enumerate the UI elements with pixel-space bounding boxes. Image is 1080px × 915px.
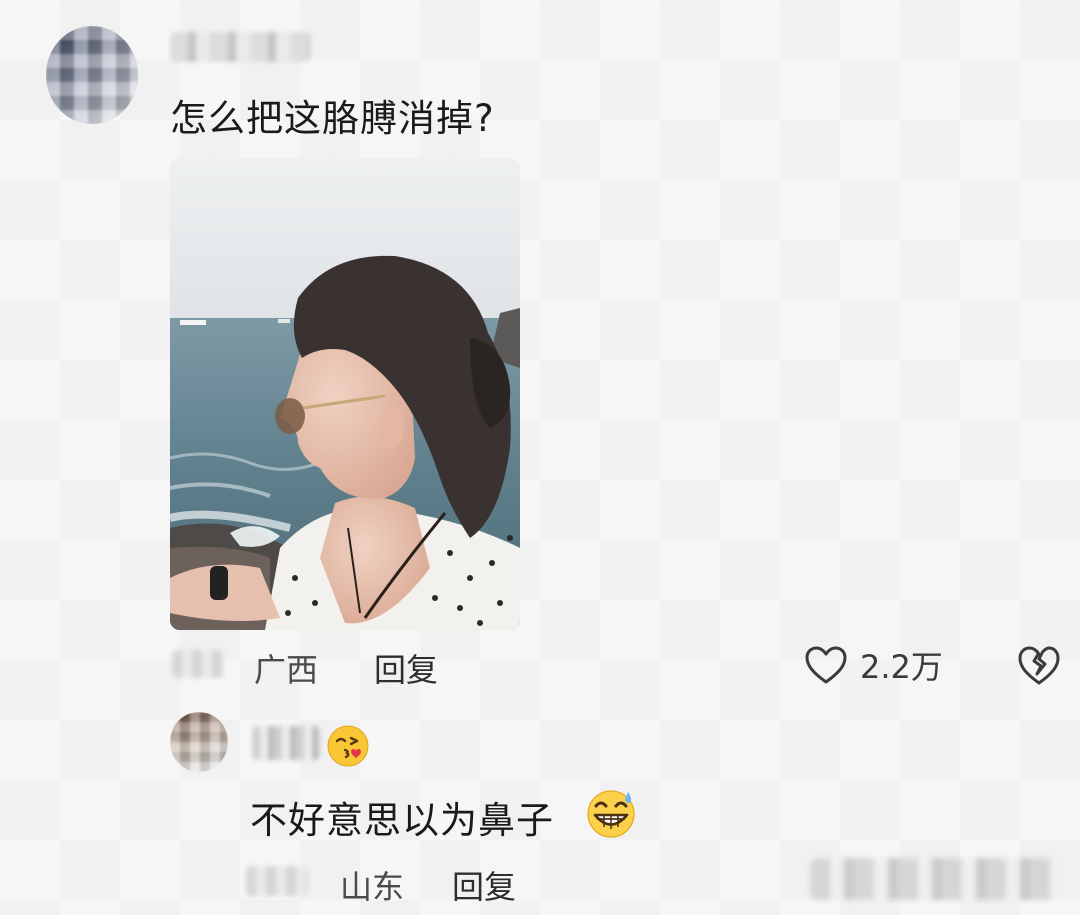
reply-location: 山东 — [340, 868, 405, 906]
avatar-mosaic — [46, 26, 138, 124]
comment-reply-button[interactable]: 回复 — [374, 645, 438, 691]
comment-time-redacted — [172, 650, 224, 678]
reply-reply-button[interactable]: 回复 — [452, 862, 516, 908]
replier-avatar[interactable] — [170, 712, 228, 772]
heart-outline-icon — [805, 646, 847, 684]
face-blowing-kiss-emoji — [327, 725, 369, 767]
reply-text: 不好意思以为鼻子 — [250, 799, 554, 842]
reply-actions-redacted — [810, 858, 1060, 900]
reply-time-redacted — [246, 866, 308, 896]
comment-location: 广西 — [254, 651, 319, 689]
comment-text: 怎么把这胳膊消掉? — [170, 97, 495, 140]
broken-heart-icon[interactable] — [1016, 642, 1062, 688]
comment-photo[interactable] — [170, 158, 520, 630]
background-watermark — [0, 0, 1080, 915]
commenter-avatar[interactable] — [46, 26, 138, 124]
like-count: 2.2万 — [860, 648, 943, 686]
replier-username-redacted[interactable] — [252, 726, 320, 760]
commenter-username-redacted[interactable] — [170, 32, 310, 62]
grinning-sweat-emoji — [587, 790, 635, 838]
like-button[interactable]: 2.2万 — [804, 640, 943, 690]
avatar-mosaic — [170, 712, 228, 772]
